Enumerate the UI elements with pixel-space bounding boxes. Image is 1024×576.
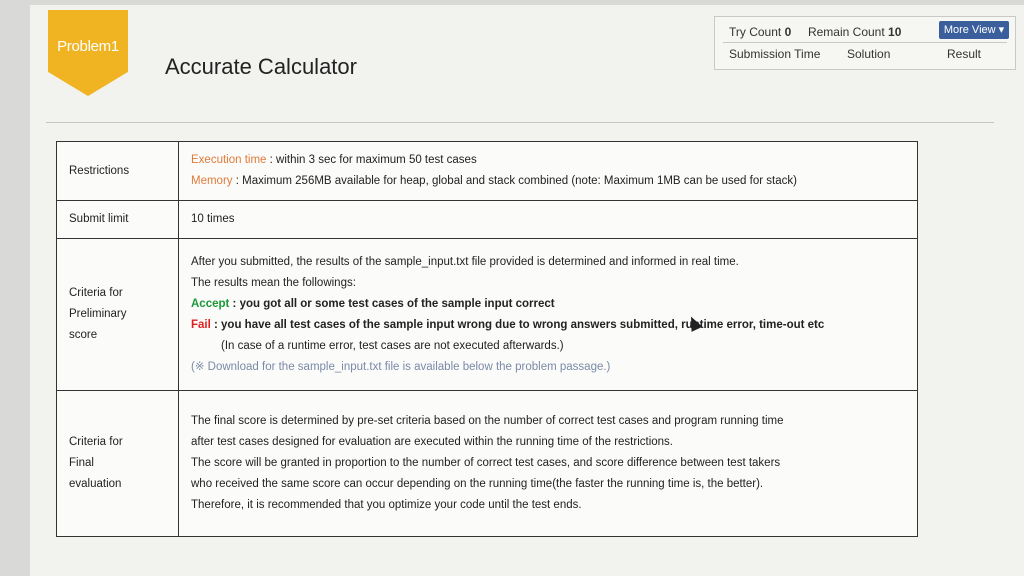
memory-text: : Maximum 256MB available for heap, glob…: [232, 175, 797, 187]
fail-text: : you have all test cases of the sample …: [210, 318, 825, 331]
restrictions-content: Execution time : within 3 sec for maximu…: [178, 141, 918, 201]
submit-limit-value: 10 times: [178, 200, 918, 239]
preliminary-label-line: Preliminary: [69, 308, 127, 320]
preliminary-label: Criteria for Preliminary score: [56, 238, 179, 391]
final-label: Criteria for Final evaluation: [56, 390, 179, 537]
preliminary-label-line: score: [69, 329, 98, 341]
more-view-label: More View: [943, 24, 996, 36]
submission-info-panel: Try Count 0 Remain Count 10 More View ▾ …: [714, 16, 1016, 70]
preliminary-line: The results mean the followings:: [191, 276, 356, 289]
fail-label: Fail: [191, 318, 211, 331]
final-label-line: evaluation: [69, 478, 122, 490]
final-line: Therefore, it is recommended that you op…: [191, 499, 582, 511]
accept-line: Accept : you got all or some test cases …: [191, 294, 905, 315]
more-view-button[interactable]: More View ▾: [939, 21, 1009, 39]
download-note-link[interactable]: (※ Download for the sample_input.txt fil…: [191, 357, 905, 378]
try-count-label: Try Count: [729, 25, 782, 39]
final-label-line: Criteria for: [69, 436, 123, 448]
submit-limit-label: Submit limit: [56, 200, 179, 239]
column-result: Result: [947, 47, 982, 61]
remain-count-label: Remain Count: [807, 25, 885, 39]
final-line: who received the same score can occur de…: [191, 478, 764, 490]
runtime-error-note: (In case of a runtime error, test cases …: [221, 339, 564, 352]
preliminary-content: After you submitted, the results of the …: [178, 238, 918, 391]
header-divider: [46, 122, 994, 123]
memory-line: Memory : Maximum 256MB available for hea…: [191, 171, 905, 192]
accept-label: Accept: [191, 297, 230, 310]
problem-title: Accurate Calculator: [165, 54, 357, 79]
chevron-down-icon: ▾: [998, 24, 1005, 36]
memory-label: Memory: [191, 175, 233, 187]
preliminary-row: Criteria for Preliminary score After you…: [56, 238, 918, 391]
submit-limit-row: Submit limit 10 times: [56, 200, 918, 239]
final-line: The final score is determined by pre-set…: [191, 415, 784, 427]
column-solution: Solution: [847, 47, 891, 61]
count-summary: Try Count 0 Remain Count 10: [729, 25, 901, 39]
exec-time-text: : within 3 sec for maximum 50 test cases: [266, 154, 477, 166]
problem-spec-table: Restrictions Execution time : within 3 s…: [56, 141, 918, 537]
exec-time-label: Execution time: [191, 154, 267, 166]
final-line: The score will be granted in proportion …: [191, 457, 781, 469]
final-content: The final score is determined by pre-set…: [178, 390, 918, 537]
preliminary-label-line: Criteria for: [69, 287, 123, 299]
final-row: Criteria for Final evaluation The final …: [56, 390, 918, 537]
preliminary-line: After you submitted, the results of the …: [191, 255, 739, 268]
info-divider: [723, 42, 1007, 43]
fail-line: Fail : you have all test cases of the sa…: [191, 315, 905, 336]
restrictions-label: Restrictions: [56, 141, 179, 201]
final-label-line: Final: [69, 457, 94, 469]
exec-time-line: Execution time : within 3 sec for maximu…: [191, 150, 905, 171]
restrictions-row: Restrictions Execution time : within 3 s…: [56, 141, 918, 201]
accept-text: : you got all or some test cases of the …: [229, 297, 555, 310]
remain-count-value: 10: [888, 25, 902, 39]
try-count-value: 0: [784, 25, 792, 39]
column-submission-time: Submission Time: [729, 47, 821, 61]
final-line: after test cases designed for evaluation…: [191, 436, 673, 448]
